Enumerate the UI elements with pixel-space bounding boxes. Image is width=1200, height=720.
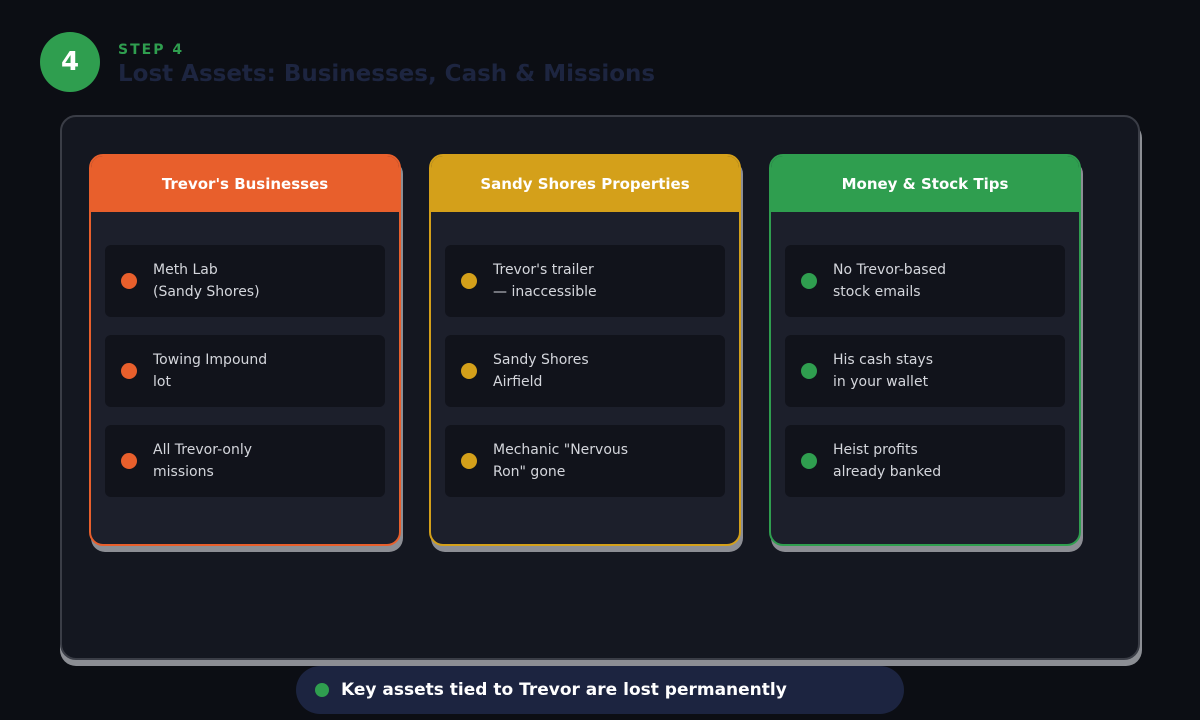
bullet-dot-icon [461,453,477,469]
list-item-text: His cash stays in your wallet [833,352,933,390]
card-money-stock-tips: Money & Stock Tips No Trevor-based stock… [769,154,1081,546]
bullet-dot-icon [461,363,477,379]
step-number-badge: 4 [40,32,100,92]
step-label: STEP 4 [118,42,185,58]
card-sandy-shores-properties: Sandy Shores Properties Trevor's trailer… [429,154,741,546]
bullet-dot-icon [801,453,817,469]
list-item: Mechanic "Nervous Ron" gone [445,425,725,497]
list-item: Meth Lab (Sandy Shores) [105,245,385,317]
list-item-text: All Trevor-only missions [153,442,252,480]
bullet-dot-icon [121,453,137,469]
card-header: Trevor's Businesses [91,156,399,212]
list-item-text: Mechanic "Nervous Ron" gone [493,442,629,480]
summary-banner-text: Key assets tied to Trevor are lost perma… [341,680,787,700]
list-item: All Trevor-only missions [105,425,385,497]
list-item-text: Sandy Shores Airfield [493,352,589,390]
list-item-text: Trevor's trailer — inaccessible [493,262,597,300]
card-header: Money & Stock Tips [771,156,1079,212]
list-item-text: Meth Lab (Sandy Shores) [153,262,260,300]
bullet-dot-icon [801,273,817,289]
bullet-dot-icon [121,363,137,379]
list-item: Towing Impound lot [105,335,385,407]
step-title: Lost Assets: Businesses, Cash & Missions [118,61,656,87]
card-trevors-businesses: Trevor's Businesses Meth Lab (Sandy Shor… [89,154,401,546]
list-item: Sandy Shores Airfield [445,335,725,407]
list-item-text: Towing Impound lot [153,352,268,390]
card-header: Sandy Shores Properties [431,156,739,212]
list-item: Heist profits already banked [785,425,1065,497]
summary-banner: Key assets tied to Trevor are lost perma… [296,666,904,714]
bullet-dot-icon [801,363,817,379]
list-item: Trevor's trailer — inaccessible [445,245,725,317]
list-item: His cash stays in your wallet [785,335,1065,407]
bullet-dot-icon [121,273,137,289]
list-item-text: No Trevor-based stock emails [833,262,947,300]
bullet-dot-icon [461,273,477,289]
status-dot-icon [315,683,329,697]
list-item: No Trevor-based stock emails [785,245,1065,317]
list-item-text: Heist profits already banked [833,442,942,480]
